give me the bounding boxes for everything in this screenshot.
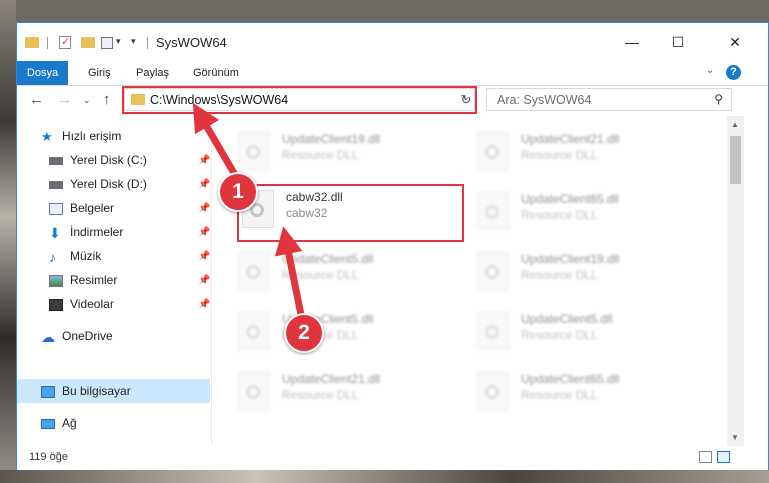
arrow-to-file (275, 226, 306, 321)
arrow-to-address-bar (192, 102, 242, 182)
step-badge-2: 2 (284, 313, 324, 353)
callout-arrows (192, 102, 306, 321)
step-badge-1: 1 (218, 172, 258, 212)
